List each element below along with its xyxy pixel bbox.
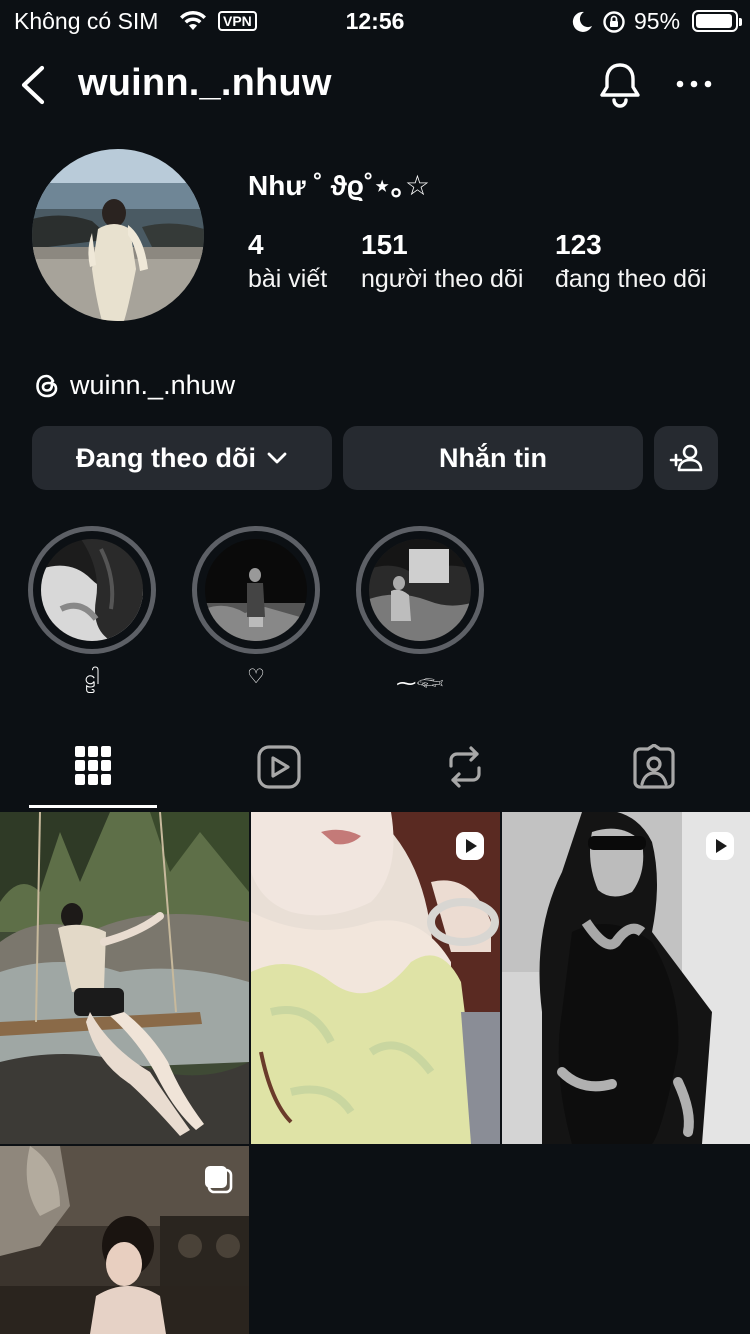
battery-percent: 95% <box>634 8 681 34</box>
post-thumbnail[interactable] <box>502 812 750 1144</box>
following-button-label: Đang theo dõi <box>76 442 256 473</box>
display-name: Như ˚ ϑϱ˚⋆｡☆ <box>248 170 431 201</box>
highlight-cover <box>205 539 307 641</box>
message-button-label: Nhắn tin <box>439 442 547 473</box>
tab-tagged[interactable] <box>590 740 718 810</box>
carousel-icon <box>205 1166 233 1194</box>
stat-followers-label: người theo dõi <box>361 265 524 293</box>
grid-icon <box>75 746 111 785</box>
add-person-icon <box>669 444 703 472</box>
highlight-ring <box>28 526 156 654</box>
reel-icon <box>706 832 734 860</box>
stat-posts-value: 4 <box>248 229 264 260</box>
following-button[interactable]: Đang theo dõi <box>32 426 332 490</box>
message-button[interactable]: Nhắn tin <box>343 426 643 490</box>
stat-followers[interactable]: 151 người theo dõi <box>361 228 523 296</box>
highlight-ring <box>356 526 484 654</box>
tab-reposts[interactable] <box>401 740 529 810</box>
tab-posts[interactable] <box>29 740 157 810</box>
highlight-label: ⁓𓆟 <box>396 673 444 695</box>
highlight-cover <box>369 539 471 641</box>
story-highlight[interactable]: ဠါ <box>28 526 156 690</box>
reel-icon <box>456 832 484 860</box>
threads-icon <box>36 374 58 397</box>
post-thumbnail[interactable] <box>0 1146 249 1334</box>
active-tab-indicator <box>29 805 157 808</box>
stat-following[interactable]: 123 đang theo dõi <box>555 228 707 296</box>
stat-posts[interactable]: 4 bài viết <box>248 228 327 296</box>
moon-icon <box>572 11 592 32</box>
stat-following-label: đang theo dõi <box>555 265 707 293</box>
post-thumbnail[interactable] <box>251 812 500 1144</box>
chevron-down-icon <box>267 452 287 464</box>
tab-reels[interactable] <box>215 740 343 810</box>
battery-icon <box>692 10 742 32</box>
threads-link[interactable]: wuinn._.nhuw <box>32 370 235 401</box>
story-highlight[interactable]: ⁓𓆟 <box>356 526 484 695</box>
avatar-photo <box>32 149 204 321</box>
suggested-users-button[interactable] <box>654 426 718 490</box>
tagged-icon <box>633 744 675 789</box>
story-highlight[interactable]: ♡ <box>192 526 320 690</box>
highlight-ring <box>192 526 320 654</box>
highlight-cover <box>41 539 143 641</box>
post-thumbnail[interactable] <box>0 812 249 1144</box>
stat-following-value: 123 <box>555 229 602 260</box>
profile-username: wuinn._.nhuw <box>78 62 332 104</box>
chevron-left-icon[interactable] <box>14 62 54 108</box>
avatar[interactable] <box>32 149 204 321</box>
repost-icon <box>449 746 481 788</box>
highlight-label: ဠါ <box>84 667 100 689</box>
status-bar: Không có SIM VPN 12:56 95% <box>0 0 750 44</box>
more-horizontal-icon[interactable] <box>672 70 716 98</box>
rotation-lock-icon <box>603 11 625 33</box>
reels-icon <box>257 745 301 789</box>
stat-followers-value: 151 <box>361 229 408 260</box>
highlight-label: ♡ <box>247 666 265 688</box>
stat-posts-label: bài viết <box>248 265 328 293</box>
bell-icon[interactable] <box>598 60 642 108</box>
threads-handle: wuinn._.nhuw <box>70 370 236 400</box>
post-image <box>0 812 249 1144</box>
